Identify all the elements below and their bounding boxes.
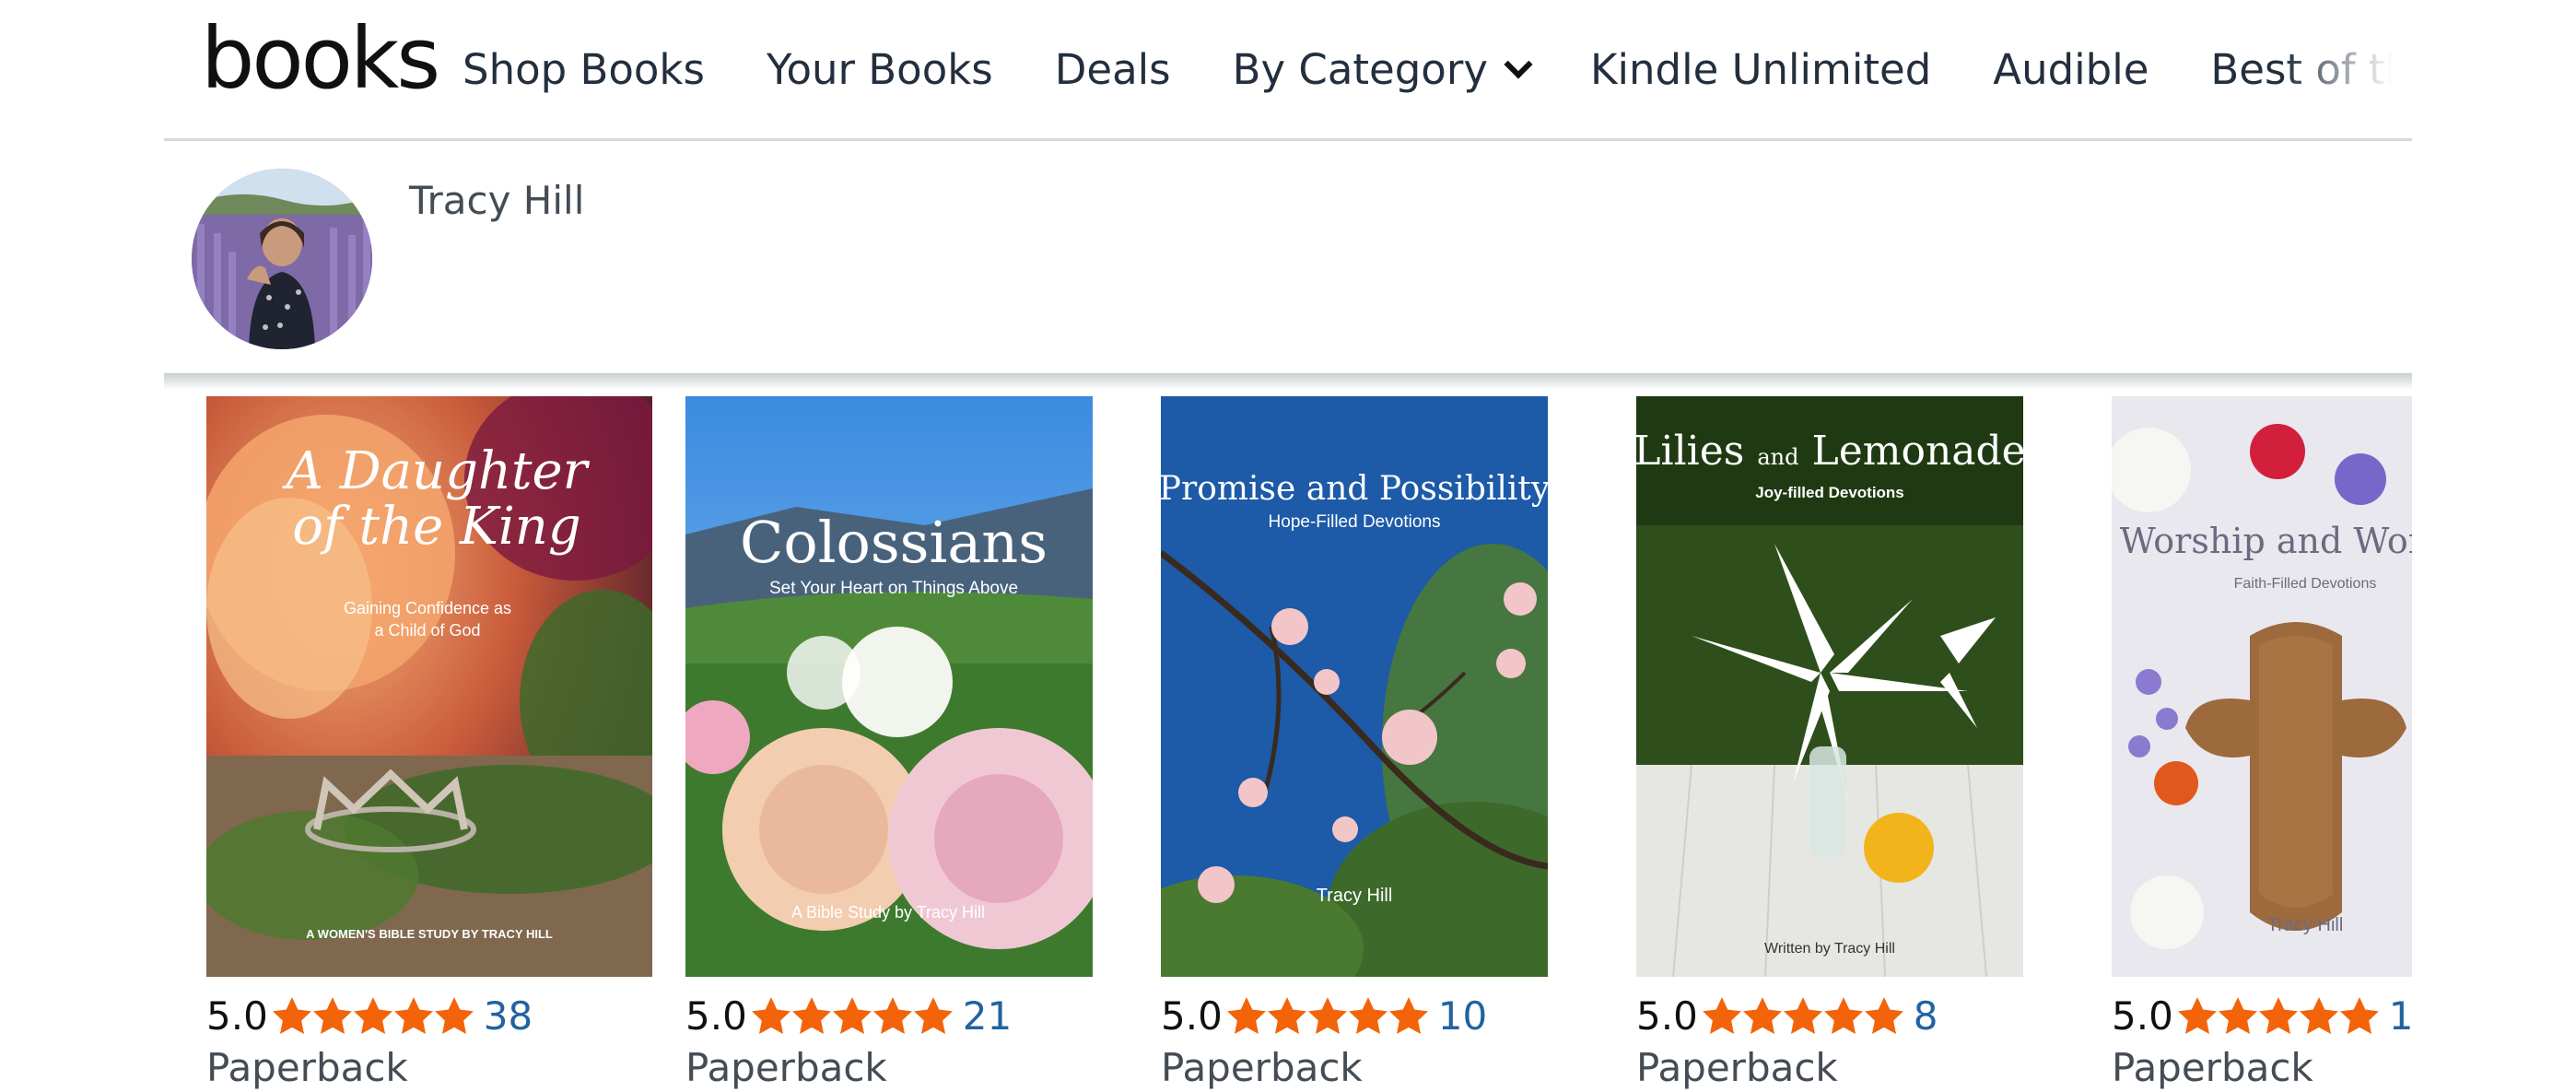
- rating-row: 5.0 10: [1161, 993, 1487, 1039]
- star-icon: [2339, 996, 2379, 1034]
- review-count-link[interactable]: 8: [1914, 993, 1938, 1039]
- cover-title: Colossians: [740, 509, 1048, 576]
- review-count-link[interactable]: 10: [1438, 993, 1487, 1039]
- star-icon: [353, 996, 392, 1034]
- books-logo[interactable]: books: [201, 17, 440, 101]
- star-icon: [434, 996, 474, 1034]
- star-icon: [791, 996, 831, 1034]
- star-icon: [2218, 996, 2257, 1034]
- cover-footer: A WOMEN'S BIBLE STUDY BY TRACY HILL: [306, 927, 553, 941]
- star-rating[interactable]: [1702, 996, 1904, 1037]
- nav-links: Shop Books Your Books Deals By Category …: [463, 42, 2412, 98]
- cover-title: Promise and Possibility: [1161, 470, 1548, 508]
- nav-overflow-fade: [2283, 28, 2412, 111]
- cover-title-a: Lilies: [1636, 428, 1744, 475]
- review-count-link[interactable]: 38: [484, 993, 533, 1039]
- star-icon: [751, 996, 790, 1034]
- rating-value: 5.0: [685, 993, 747, 1039]
- star-icon: [832, 996, 872, 1034]
- book-format[interactable]: Paperback: [206, 1045, 408, 1090]
- book-cover-colossians[interactable]: Colossians Set Your Heart on Things Abov…: [685, 396, 1093, 977]
- rating-value: 5.0: [2112, 993, 2173, 1039]
- cover-title-line1: A Daughter: [282, 441, 591, 501]
- top-nav: books Shop Books Your Books Deals By Cat…: [164, 0, 2412, 140]
- book-format[interactable]: Paperback: [685, 1045, 887, 1090]
- star-icon: [1823, 996, 1863, 1034]
- star-icon: [1388, 996, 1428, 1034]
- star-icon: [1307, 996, 1347, 1034]
- book-cover-daughter-of-the-king[interactable]: A Daughter of the King Gaining Confidenc…: [206, 396, 652, 977]
- cover-subtitle-line1: Gaining Confidence as: [344, 599, 511, 617]
- author-header: Tracy Hill: [164, 141, 2412, 376]
- cover-title: Worship and Wonder: [2120, 521, 2412, 561]
- nav-by-category-label: By Category: [1232, 45, 1488, 94]
- cover-footer: A Bible Study by Tracy Hill: [791, 903, 985, 922]
- star-icon: [393, 996, 433, 1034]
- book-cover-image: Promise and Possibility Hope-Filled Devo…: [1161, 396, 1548, 977]
- cover-subtitle-line2: a Child of God: [374, 621, 480, 640]
- review-count-link[interactable]: 21: [963, 993, 1012, 1039]
- star-rating[interactable]: [1226, 996, 1429, 1037]
- book-format[interactable]: Paperback: [1636, 1045, 1838, 1090]
- author-avatar[interactable]: [192, 169, 372, 349]
- cover-subtitle: Set Your Heart on Things Above: [769, 579, 1018, 598]
- cover-title-line2: of the King: [292, 497, 580, 557]
- nav-audible[interactable]: Audible: [1993, 42, 2149, 98]
- author-photo: [192, 169, 372, 349]
- rating-row: 5.0 21: [685, 993, 1012, 1039]
- cover-footer: Tracy Hill: [1317, 886, 1393, 906]
- cover-subtitle: Faith-Filled Devotions: [2234, 576, 2377, 592]
- book-cover-worship-and-wonder[interactable]: Worship and Wonder Faith-Filled Devotion…: [2112, 396, 2412, 977]
- book-format[interactable]: Paperback: [1161, 1045, 1363, 1090]
- chevron-down-icon: [1504, 50, 1533, 79]
- book-cover-lilies-and-lemonade[interactable]: Lilies and Lemonade Joy-filled Devotions…: [1636, 396, 2023, 977]
- rating-row: 5.0 8: [1636, 993, 1938, 1039]
- cover-subtitle: Hope-Filled Devotions: [1269, 512, 1441, 532]
- nav-shop-books[interactable]: Shop Books: [463, 42, 705, 98]
- nav-deals[interactable]: Deals: [1055, 42, 1171, 98]
- star-icon: [1864, 996, 1903, 1034]
- book-cover-image: A Daughter of the King Gaining Confidenc…: [206, 396, 652, 977]
- star-rating[interactable]: [751, 996, 954, 1037]
- book-format[interactable]: Paperback: [2112, 1045, 2313, 1090]
- nav-kindle-unlimited[interactable]: Kindle Unlimited: [1590, 42, 1931, 98]
- book-cover-image: Colossians Set Your Heart on Things Abov…: [685, 396, 1093, 977]
- star-rating[interactable]: [272, 996, 474, 1037]
- nav-by-category[interactable]: By Category: [1232, 42, 1533, 98]
- nav-your-books[interactable]: Your Books: [767, 42, 993, 98]
- star-icon: [1742, 996, 1782, 1034]
- star-icon: [2258, 996, 2298, 1034]
- cover-footer: Written by Tracy Hill: [1764, 941, 1895, 957]
- book-cover-promise-and-possibility[interactable]: Promise and Possibility Hope-Filled Devo…: [1161, 396, 1548, 977]
- rating-value: 5.0: [206, 993, 268, 1039]
- star-icon: [872, 996, 912, 1034]
- cover-footer: Tracy Hill: [2267, 915, 2344, 935]
- cover-title-and: and: [1757, 444, 1798, 470]
- cover-subtitle: Joy-filled Devotions: [1755, 484, 1904, 501]
- star-icon: [312, 996, 352, 1034]
- cover-title: Lilies and Lemonade: [1636, 428, 2023, 475]
- star-icon: [1702, 996, 1741, 1034]
- rating-value: 5.0: [1636, 993, 1698, 1039]
- star-icon: [2299, 996, 2338, 1034]
- rating-row: 5.0 38: [206, 993, 533, 1039]
- section-divider: [164, 373, 2412, 390]
- rating-row: 5.0 1: [2112, 993, 2412, 1039]
- author-name[interactable]: Tracy Hill: [409, 178, 584, 223]
- rating-value: 5.0: [1161, 993, 1223, 1039]
- book-carousel: A Daughter of the King Gaining Confidenc…: [164, 396, 2412, 1092]
- star-icon: [272, 996, 311, 1034]
- star-icon: [1348, 996, 1388, 1034]
- star-icon: [1267, 996, 1306, 1034]
- review-count-link[interactable]: 1: [2389, 993, 2412, 1039]
- book-cover-image: Lilies and Lemonade Joy-filled Devotions…: [1636, 396, 2023, 977]
- star-icon: [913, 996, 953, 1034]
- book-cover-image: Worship and Wonder Faith-Filled Devotion…: [2112, 396, 2412, 977]
- star-icon: [2177, 996, 2217, 1034]
- cover-title-b: Lemonade: [1811, 428, 2023, 475]
- star-icon: [1226, 996, 1266, 1034]
- star-icon: [1783, 996, 1822, 1034]
- star-rating[interactable]: [2177, 996, 2380, 1037]
